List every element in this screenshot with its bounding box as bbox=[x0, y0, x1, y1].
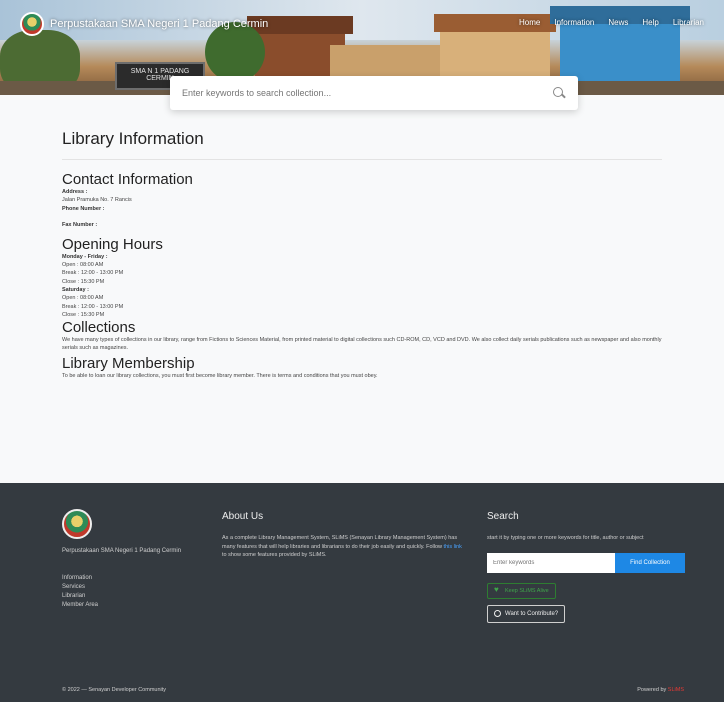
footer: Perpustakaan SMA Negeri 1 Padang Cermin … bbox=[0, 483, 724, 702]
weekday-label: Monday - Friday : bbox=[62, 253, 108, 260]
about-link[interactable]: this link bbox=[444, 544, 462, 550]
footer-link-librarian[interactable]: Librarian bbox=[62, 592, 212, 601]
address-label: Address : bbox=[62, 189, 88, 195]
nav-news[interactable]: News bbox=[608, 18, 628, 27]
find-collection-button[interactable]: Find Collection bbox=[615, 552, 685, 573]
search-input[interactable] bbox=[182, 88, 552, 98]
search-bar bbox=[170, 76, 578, 110]
address-value: Jalan Pramuka No. 7 Rancis bbox=[62, 197, 132, 203]
about-text-start: As a complete Library Management System,… bbox=[222, 535, 458, 550]
keep-slims-alive-button[interactable]: Keep SLiMS Alive bbox=[487, 582, 556, 599]
nav-home[interactable]: Home bbox=[519, 18, 540, 27]
weekday-open: Open : 08:00 AM bbox=[62, 261, 104, 268]
footer-link-member-area[interactable]: Member Area bbox=[62, 601, 212, 610]
nav-information[interactable]: Information bbox=[554, 18, 594, 27]
footer-org: Perpustakaan SMA Negeri 1 Padang Cermin … bbox=[62, 509, 212, 610]
contact-heading: Contact Information bbox=[62, 171, 193, 188]
library-logo-icon bbox=[62, 509, 92, 539]
fax-label: Fax Number : bbox=[62, 221, 98, 228]
collections-text: We have many types of collections in our… bbox=[62, 336, 662, 351]
search-hint: start it by typing one or more keywords … bbox=[487, 535, 644, 541]
footer-links: Information Services Librarian Member Ar… bbox=[62, 574, 212, 610]
search-heading: Search bbox=[487, 511, 519, 522]
footer-search: Search start it by typing one or more ke… bbox=[487, 511, 685, 623]
footer-about: About Us As a complete Library Managemen… bbox=[222, 511, 462, 560]
brand-name: Perpustakaan SMA Negeri 1 Padang Cermin bbox=[50, 18, 269, 30]
keep-slims-alive-label: Keep SLiMS Alive bbox=[505, 587, 549, 594]
nav-librarian[interactable]: Librarian bbox=[673, 18, 704, 27]
about-heading: About Us bbox=[222, 511, 264, 522]
heart-icon bbox=[494, 585, 501, 594]
footer-link-information[interactable]: Information bbox=[62, 574, 212, 583]
search-icon[interactable] bbox=[552, 86, 566, 100]
library-logo-icon bbox=[20, 12, 44, 36]
github-icon bbox=[494, 610, 501, 617]
weekday-break: Break : 12:00 - 13:00 PM bbox=[62, 270, 124, 276]
footer-search-form: Find Collection bbox=[487, 552, 685, 573]
saturday-open: Open : 08:00 AM bbox=[62, 295, 104, 301]
saturday-close: Close : 15:30 PM bbox=[62, 312, 105, 318]
powered-by: Powered by SLiMS bbox=[637, 687, 684, 693]
banner-building bbox=[550, 6, 690, 82]
top-nav: Home Information News Help Librarian bbox=[519, 18, 704, 27]
contribute-button[interactable]: Want to Contribute? bbox=[487, 604, 566, 623]
footer-org-name: Perpustakaan SMA Negeri 1 Padang Cermin bbox=[62, 548, 182, 554]
powered-by-label: Powered by bbox=[637, 687, 667, 693]
brand[interactable]: Perpustakaan SMA Negeri 1 Padang Cermin bbox=[20, 12, 268, 36]
nav-help[interactable]: Help bbox=[642, 18, 658, 27]
page-title: Library Information bbox=[62, 129, 662, 160]
weekday-close: Close : 15:30 PM bbox=[62, 278, 105, 285]
copyright: © 2022 — Senayan Developer Community bbox=[62, 687, 167, 693]
collections-heading: Collections bbox=[62, 318, 136, 336]
membership-heading: Library Membership bbox=[62, 354, 195, 372]
saturday-label: Saturday : bbox=[62, 287, 89, 293]
footer-link-services[interactable]: Services bbox=[62, 583, 212, 592]
membership-text: To be able to loan our library collectio… bbox=[62, 372, 378, 379]
main-content: Library Information Contact Information … bbox=[0, 95, 724, 483]
contribute-label: Want to Contribute? bbox=[505, 610, 559, 617]
footer-search-input[interactable] bbox=[487, 552, 615, 573]
hours-heading: Opening Hours bbox=[62, 235, 163, 253]
saturday-break: Break : 12:00 - 13:00 PM bbox=[62, 303, 124, 310]
phone-label: Phone Number : bbox=[62, 205, 105, 212]
powered-by-link[interactable]: SLiMS bbox=[668, 687, 684, 693]
about-text-end: to show some features provided by SLiMS. bbox=[222, 552, 327, 558]
about-text: As a complete Library Management System,… bbox=[222, 534, 462, 560]
